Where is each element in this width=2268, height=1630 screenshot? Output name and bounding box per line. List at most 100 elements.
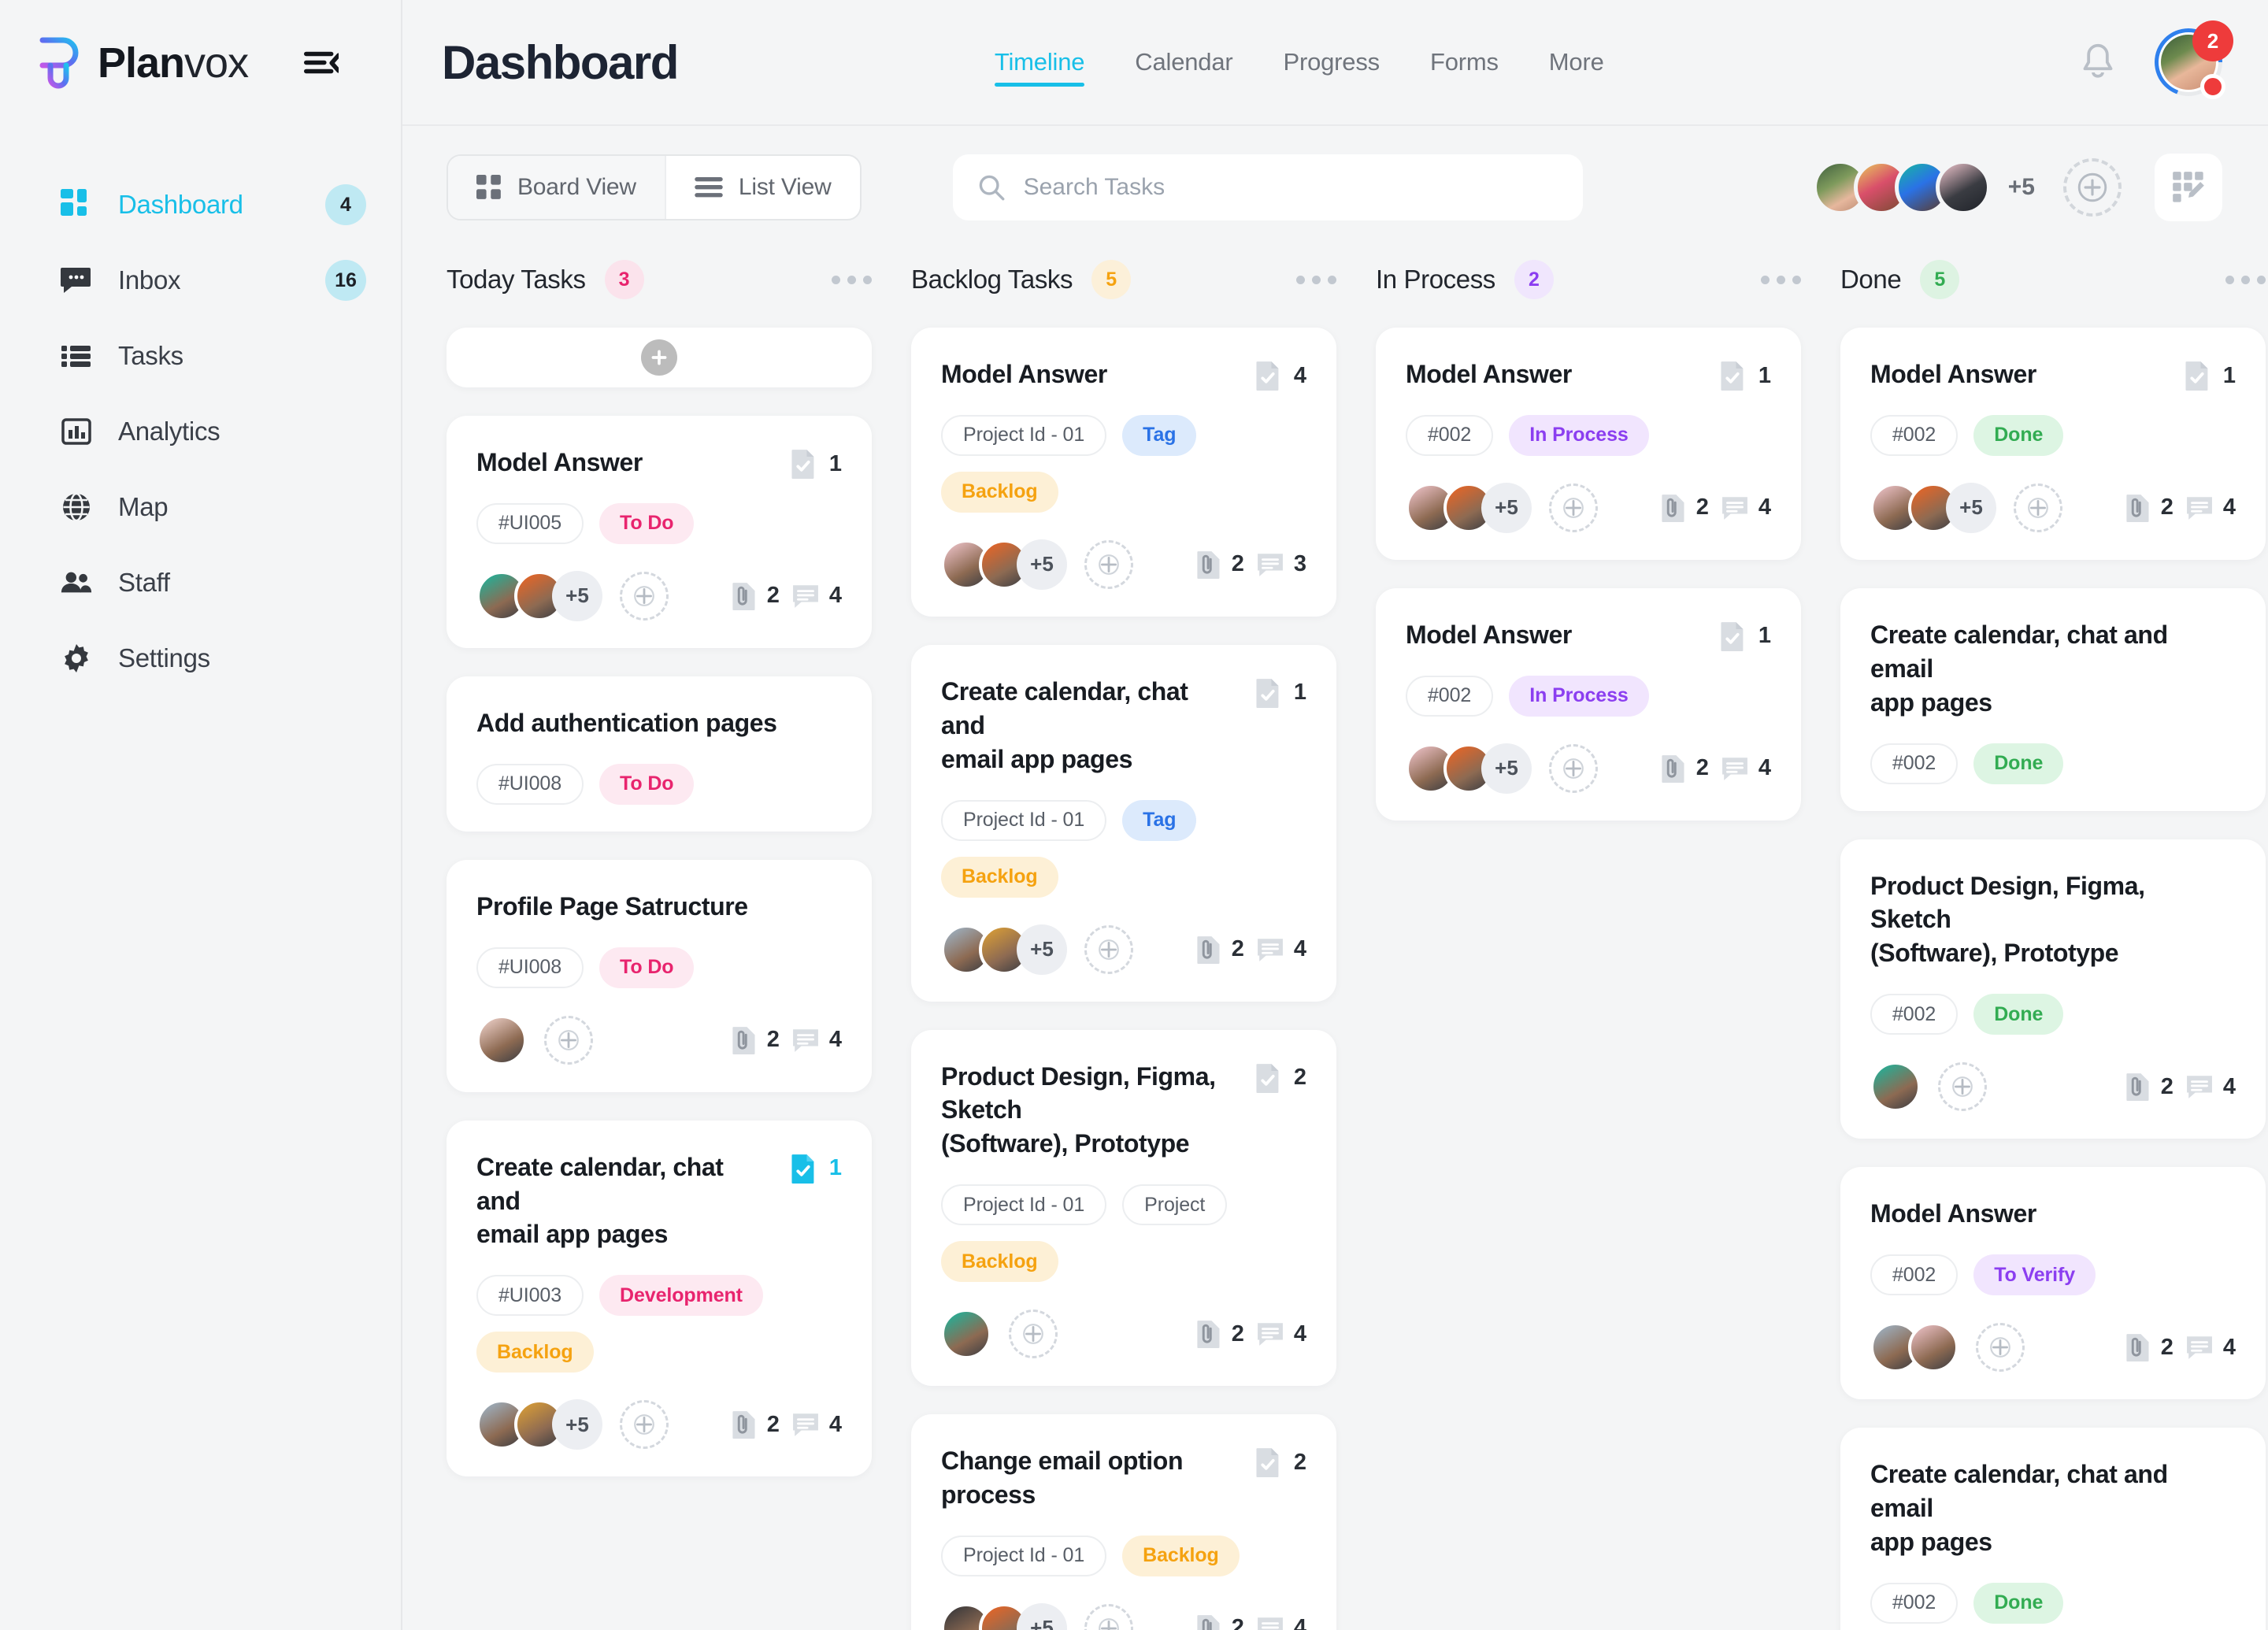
task-tag[interactable]: Project Id - 01	[941, 1184, 1107, 1226]
search-input[interactable]	[1023, 174, 1558, 201]
task-tag[interactable]: #002	[1870, 414, 1959, 456]
sidebar-item-inbox[interactable]: Inbox 16	[0, 243, 401, 318]
task-card[interactable]: Model Answer 4 Project Id - 01 Tag Backlog…	[911, 328, 1336, 617]
task-tag[interactable]: #002	[1406, 675, 1494, 717]
task-tag[interactable]: To Do	[599, 502, 695, 544]
task-tag[interactable]: #UI008	[476, 763, 584, 805]
user-avatar[interactable]: 2	[2155, 20, 2233, 99]
task-tag[interactable]: Backlog	[941, 471, 1058, 513]
tab-timeline[interactable]: Timeline	[969, 31, 1110, 93]
collapse-sidebar-icon[interactable]	[298, 40, 344, 86]
task-card[interactable]: Change email option process 2 Project Id…	[911, 1414, 1336, 1630]
kanban-column: Backlog Tasks 5 Model Answer 4 Project I…	[911, 249, 1336, 1630]
task-tag[interactable]: Project Id - 01	[941, 1535, 1107, 1576]
task-card[interactable]: Create calendar, chat and email app page…	[1840, 587, 2266, 811]
task-tag[interactable]: Backlog	[941, 856, 1058, 898]
list-view-button[interactable]: List View	[664, 156, 860, 219]
comment-stat: 4	[1721, 755, 1771, 781]
task-card[interactable]: Model Answer 1 #002 In Process +5 2 4	[1376, 587, 1801, 821]
task-card[interactable]: Create calendar, chat and email app page…	[1840, 1428, 2266, 1630]
column-menu-button[interactable]	[2225, 275, 2266, 284]
task-tag[interactable]: #UI005	[476, 502, 584, 544]
tab-forms[interactable]: Forms	[1405, 31, 1524, 93]
search-box[interactable]	[952, 154, 1583, 220]
task-tag[interactable]: Project Id - 01	[941, 414, 1107, 456]
add-assignee-button[interactable]	[544, 1015, 593, 1065]
task-tag[interactable]: #002	[1870, 994, 1959, 1035]
column-header: Backlog Tasks 5	[911, 249, 1336, 310]
task-tag[interactable]: Tag	[1122, 799, 1197, 841]
task-card[interactable]: Create calendar, chat and email app page…	[911, 644, 1336, 1002]
task-tag[interactable]: Development	[599, 1275, 763, 1317]
task-card[interactable]: Model Answer #002 To Verify 2 4	[1840, 1167, 2266, 1399]
task-tag[interactable]: Done	[1973, 1582, 2064, 1624]
attachment-stat: 2	[2125, 494, 2174, 522]
tab-more[interactable]: More	[1524, 31, 1629, 93]
add-assignee-button[interactable]	[1084, 539, 1133, 589]
sidebar-item-analytics[interactable]: Analytics	[0, 394, 401, 469]
task-tag[interactable]: Tag	[1122, 414, 1197, 456]
tab-progress[interactable]: Progress	[1258, 31, 1405, 93]
add-task-card-button[interactable]	[447, 328, 872, 387]
card-header: Model Answer	[1870, 1197, 2236, 1231]
task-tag[interactable]: Done	[1973, 743, 2064, 784]
list-icon	[60, 339, 93, 372]
sidebar-item-settings[interactable]: Settings	[0, 621, 401, 696]
task-tag[interactable]: Project Id - 01	[941, 799, 1107, 841]
task-tag[interactable]: #002	[1870, 1582, 1959, 1624]
sidebar-item-dashboard[interactable]: Dashboard 4	[0, 167, 401, 243]
add-assignee-button[interactable]	[1084, 924, 1133, 974]
task-tag[interactable]: #002	[1406, 414, 1494, 456]
add-assignee-button[interactable]	[2014, 483, 2062, 532]
comment-stat: 4	[1721, 495, 1771, 520]
column-menu-button[interactable]	[1296, 275, 1336, 284]
task-card[interactable]: Product Design, Figma, Sketch (Software)…	[1840, 839, 2266, 1139]
task-card[interactable]: Model Answer 1 #002 Done +5 2 4	[1840, 328, 2266, 560]
add-assignee-button[interactable]	[1549, 483, 1598, 532]
task-tag[interactable]: Project	[1122, 1184, 1228, 1226]
assignee-avatar	[1870, 1061, 1921, 1113]
add-assignee-button[interactable]	[1084, 1603, 1133, 1630]
sidebar-item-map[interactable]: Map	[0, 469, 401, 545]
task-tag[interactable]: Done	[1973, 994, 2064, 1035]
task-tag[interactable]: #UI008	[476, 947, 584, 988]
task-tag[interactable]: #UI003	[476, 1275, 584, 1317]
task-card[interactable]: Profile Page Satructure #UI008 To Do 2 4	[447, 859, 872, 1092]
add-assignee-button[interactable]	[1938, 1062, 1987, 1112]
sidebar-item-staff[interactable]: Staff	[0, 545, 401, 621]
subtask-meta: 1	[1719, 618, 1771, 651]
add-assignee-button[interactable]	[620, 1400, 669, 1450]
add-assignee-button[interactable]	[620, 571, 669, 621]
team-avatar-stack[interactable]: +5	[1812, 160, 2035, 215]
notification-bell-icon[interactable]	[2079, 42, 2117, 83]
task-tag[interactable]: #002	[1870, 1254, 1959, 1295]
task-tag[interactable]: #002	[1870, 743, 1959, 784]
task-card[interactable]: Create calendar, chat and email app page…	[447, 1120, 872, 1477]
add-member-button[interactable]	[2063, 158, 2122, 217]
task-card[interactable]: Product Design, Figma, Sketch (Software)…	[911, 1029, 1336, 1387]
task-tag[interactable]: Backlog	[476, 1332, 594, 1373]
sidebar-item-tasks[interactable]: Tasks	[0, 318, 401, 394]
task-tag[interactable]: In Process	[1509, 675, 1649, 717]
task-tag[interactable]: In Process	[1509, 414, 1649, 456]
attachment-stat: 2	[732, 1410, 780, 1439]
add-assignee-button[interactable]	[1976, 1323, 2025, 1372]
edit-board-button[interactable]	[2155, 154, 2222, 221]
task-card[interactable]: Model Answer 1 #002 In Process +5 2 4	[1376, 328, 1801, 560]
tab-calendar[interactable]: Calendar	[1110, 31, 1258, 93]
task-tag[interactable]: Backlog	[941, 1241, 1058, 1283]
subtask-count: 4	[1293, 362, 1306, 388]
task-tag[interactable]: Backlog	[1122, 1535, 1240, 1576]
task-tag[interactable]: To Do	[599, 763, 695, 805]
add-assignee-button[interactable]	[1009, 1310, 1058, 1359]
task-tag[interactable]: Done	[1973, 414, 2064, 456]
column-menu-button[interactable]	[832, 275, 872, 284]
column-menu-button[interactable]	[1761, 275, 1801, 284]
task-tag[interactable]: To Verify	[1973, 1254, 2096, 1295]
board-view-button[interactable]: Board View	[448, 156, 665, 219]
team-overflow-count: +5	[2007, 174, 2035, 200]
task-tag[interactable]: To Do	[599, 947, 695, 988]
task-card[interactable]: Add authentication pages #UI008 To Do	[447, 676, 872, 832]
add-assignee-button[interactable]	[1549, 743, 1598, 793]
task-card[interactable]: Model Answer 1 #UI005 To Do +5 2 4	[447, 416, 872, 648]
